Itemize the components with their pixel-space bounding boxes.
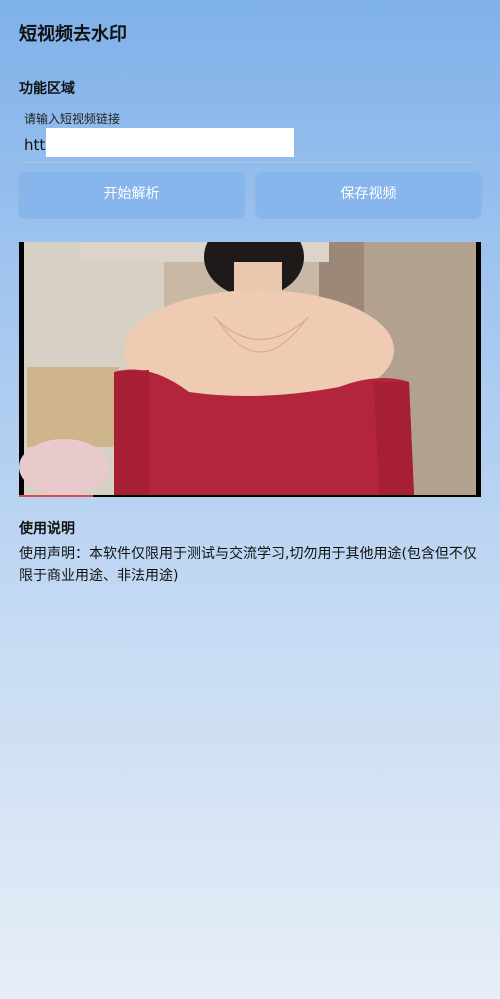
video-frame bbox=[19, 242, 481, 497]
video-progress-bar bbox=[19, 495, 93, 497]
start-parse-button[interactable]: 开始解析 bbox=[19, 172, 244, 217]
usage-statement: 使用声明：本软件仅限用于测试与交流学习,切勿用于其他用途(包含但不仅限于商业用途… bbox=[19, 546, 477, 584]
app-title: 短视频去水印 bbox=[19, 24, 127, 45]
function-area-title: 功能区域 bbox=[19, 81, 75, 97]
video-link-label: 请输入短视频链接 bbox=[24, 112, 121, 126]
video-link-value: htt bbox=[24, 136, 46, 154]
save-video-button[interactable]: 保存视频 bbox=[256, 172, 481, 217]
usage-title: 使用说明 bbox=[19, 521, 75, 537]
video-link-input[interactable]: htt bbox=[24, 128, 464, 159]
input-underline bbox=[19, 161, 477, 163]
video-player[interactable] bbox=[19, 242, 481, 497]
redaction-box bbox=[46, 128, 294, 157]
